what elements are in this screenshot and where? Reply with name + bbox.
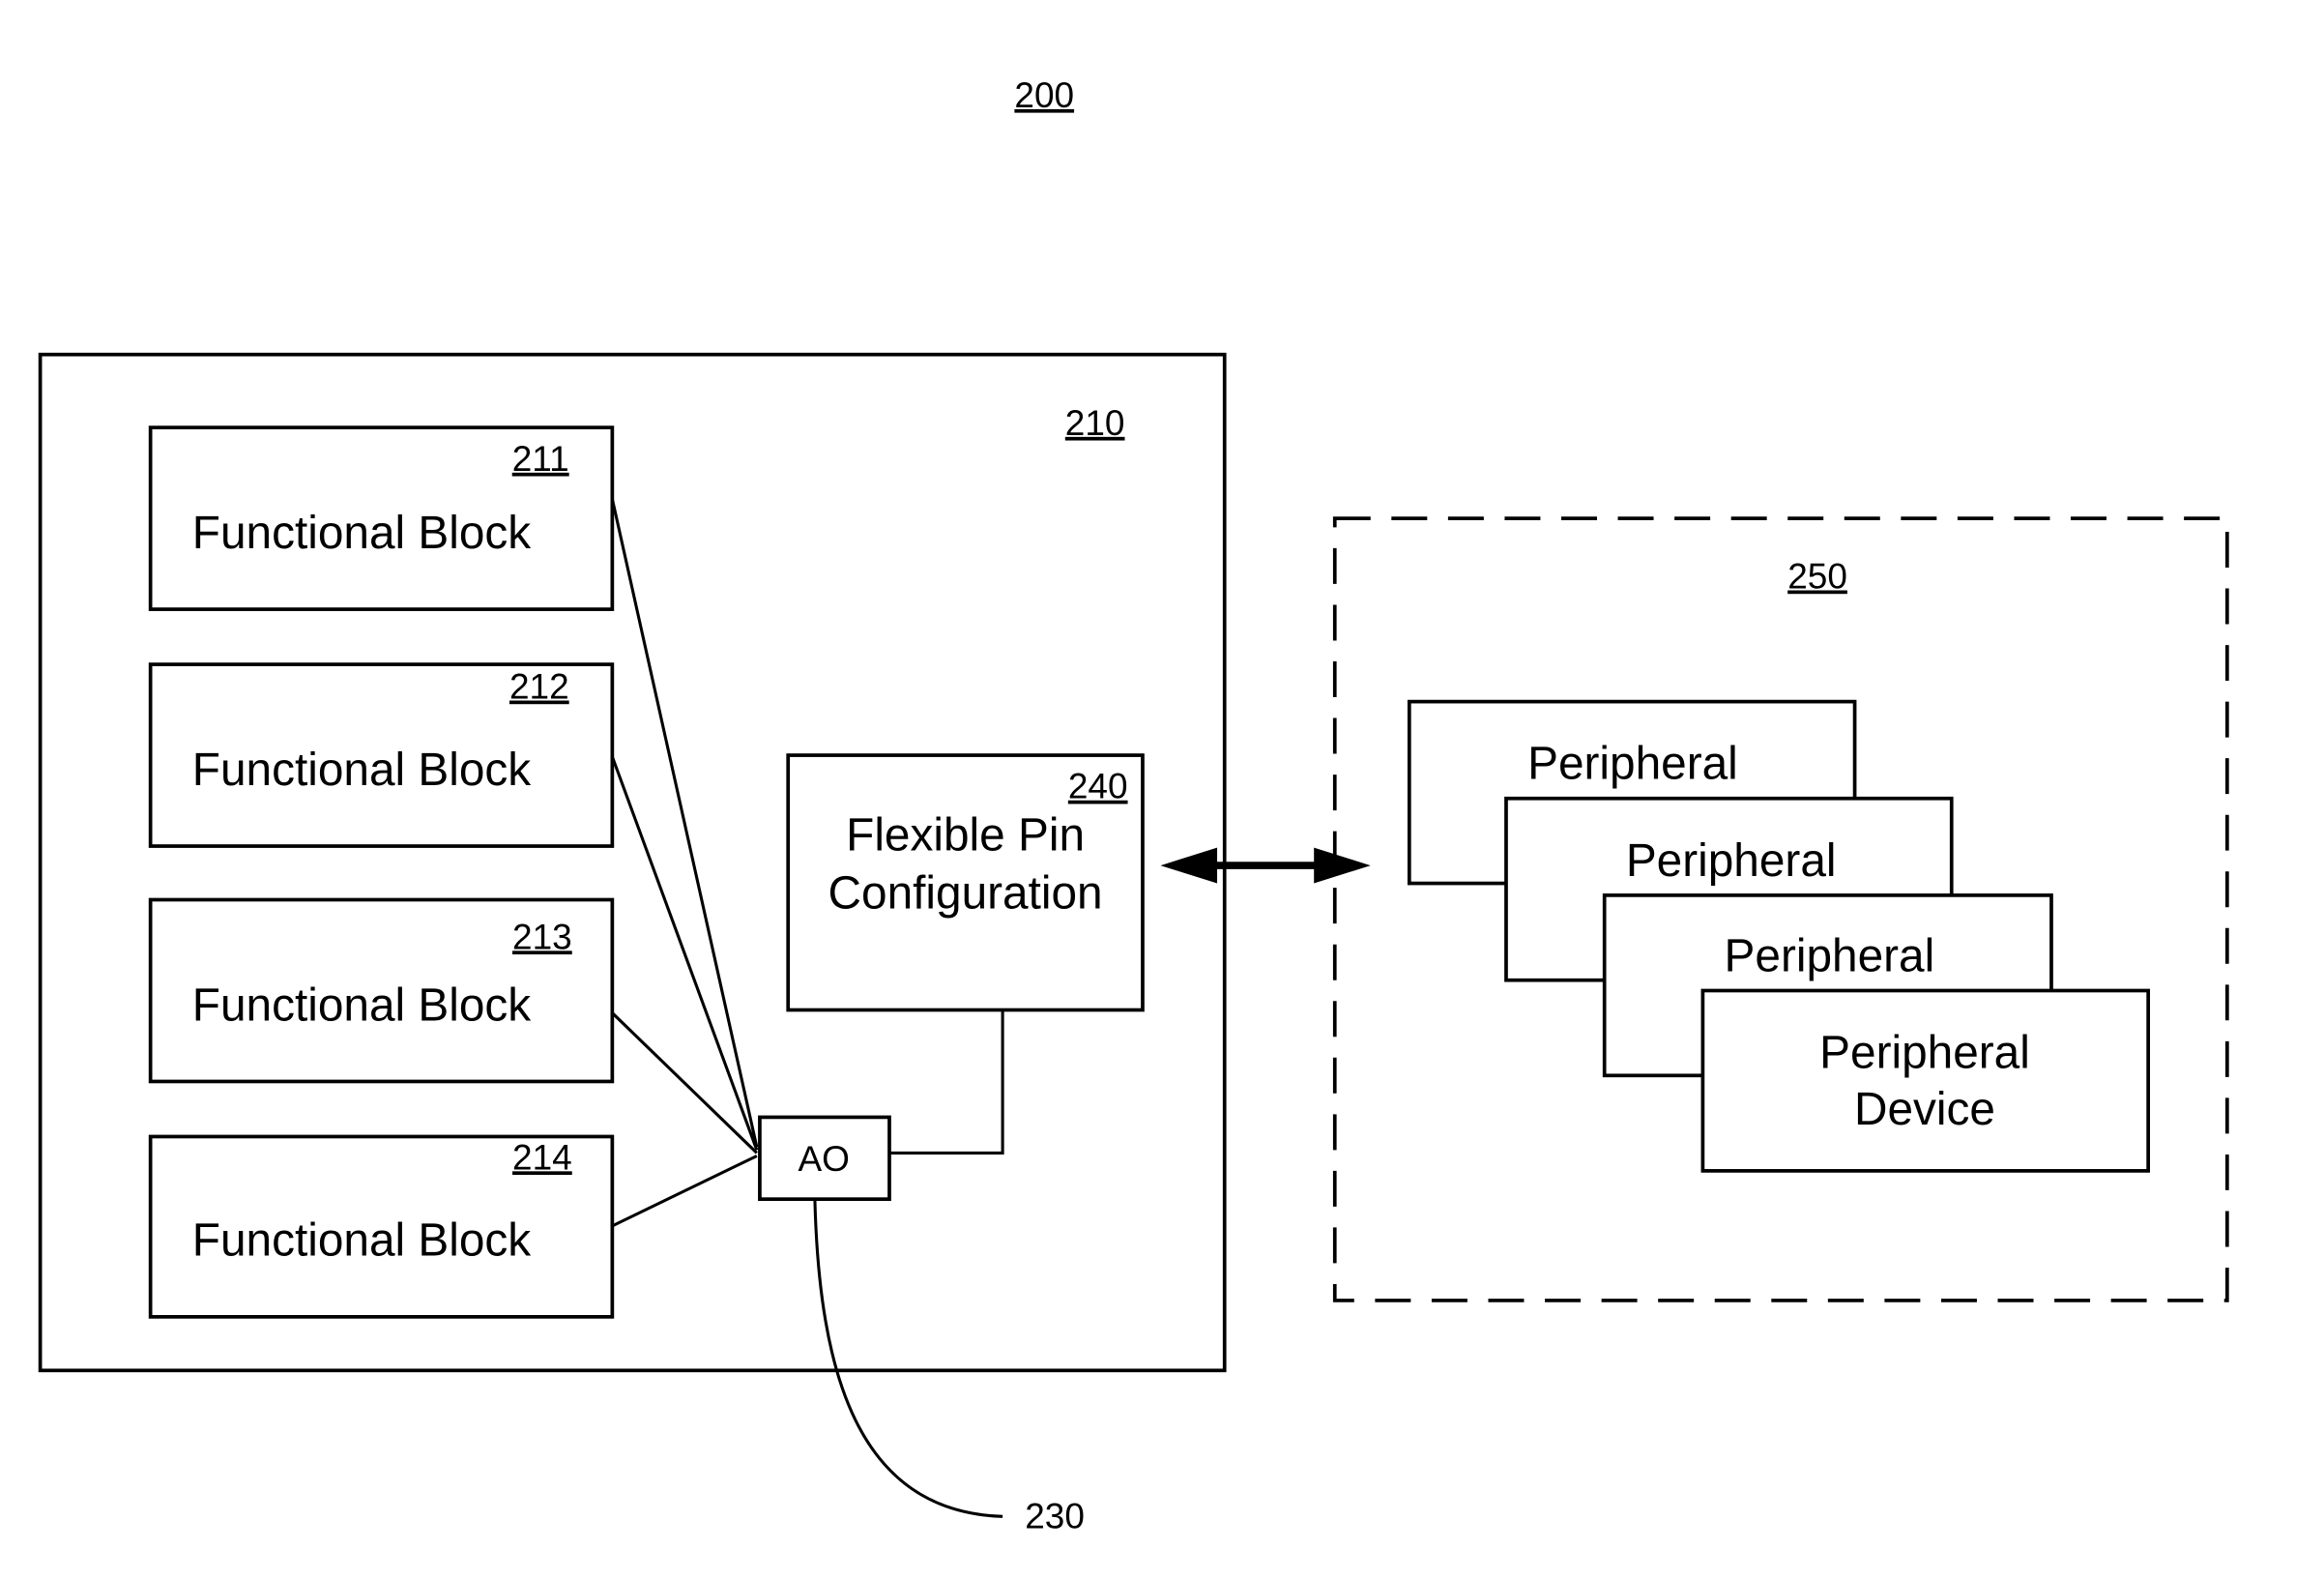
device-210: 210 211 Functional Block 212 Functional …	[38, 352, 1227, 1373]
functional-block-212[interactable]: 212 Functional Block	[148, 662, 615, 848]
arrow-head-right-icon	[1314, 847, 1371, 884]
block-label: Functional Block	[192, 1215, 532, 1267]
functional-block-214[interactable]: 214 Functional Block	[148, 1134, 615, 1319]
ao-block[interactable]: AO	[758, 1115, 891, 1202]
device-ref: 210	[1065, 403, 1125, 443]
peripheral-label: Peripheral	[1626, 835, 1837, 887]
peripheral-label: Peripheral	[1725, 930, 1935, 981]
block-ref: 211	[512, 439, 569, 479]
block-ref: 213	[512, 917, 572, 956]
ao-label: AO	[798, 1139, 849, 1179]
block-label: Functional Block	[192, 745, 532, 796]
functional-block-211[interactable]: 211 Functional Block	[148, 425, 615, 611]
peripheral-device-outline	[1700, 988, 2151, 1173]
peripheral-device-card[interactable]: Peripheral Device	[1700, 988, 2151, 1173]
peripheral-label: Peripheral	[1527, 739, 1738, 790]
peripherals-group-250: 250 Peripheral Peripheral Peripheral Per…	[1332, 516, 2229, 1302]
block-ref: 212	[509, 667, 569, 707]
block-label: Functional Block	[192, 980, 532, 1031]
peripheral-device-label-line1: Peripheral	[1819, 1028, 2030, 1079]
figure-ref: 200	[1014, 75, 1074, 115]
flex-pin-ref: 240	[1068, 767, 1128, 806]
peripherals-ref: 250	[1787, 557, 1847, 597]
connector-ref: 230	[1025, 1497, 1085, 1536]
flex-pin-label-line1: Flexible Pin	[846, 810, 1085, 862]
flex-pin-label-line2: Configuration	[828, 868, 1103, 920]
diagram-canvas: 200 210 211 Functional Block 212 Functio…	[38, 75, 2229, 1536]
flexible-pin-configuration[interactable]: 240 Flexible Pin Configuration	[786, 753, 1145, 1012]
block-label: Functional Block	[192, 508, 532, 559]
block-ref: 214	[512, 1137, 572, 1177]
peripheral-device-label-line2: Device	[1854, 1084, 1995, 1135]
functional-block-213[interactable]: 213 Functional Block	[148, 897, 615, 1084]
